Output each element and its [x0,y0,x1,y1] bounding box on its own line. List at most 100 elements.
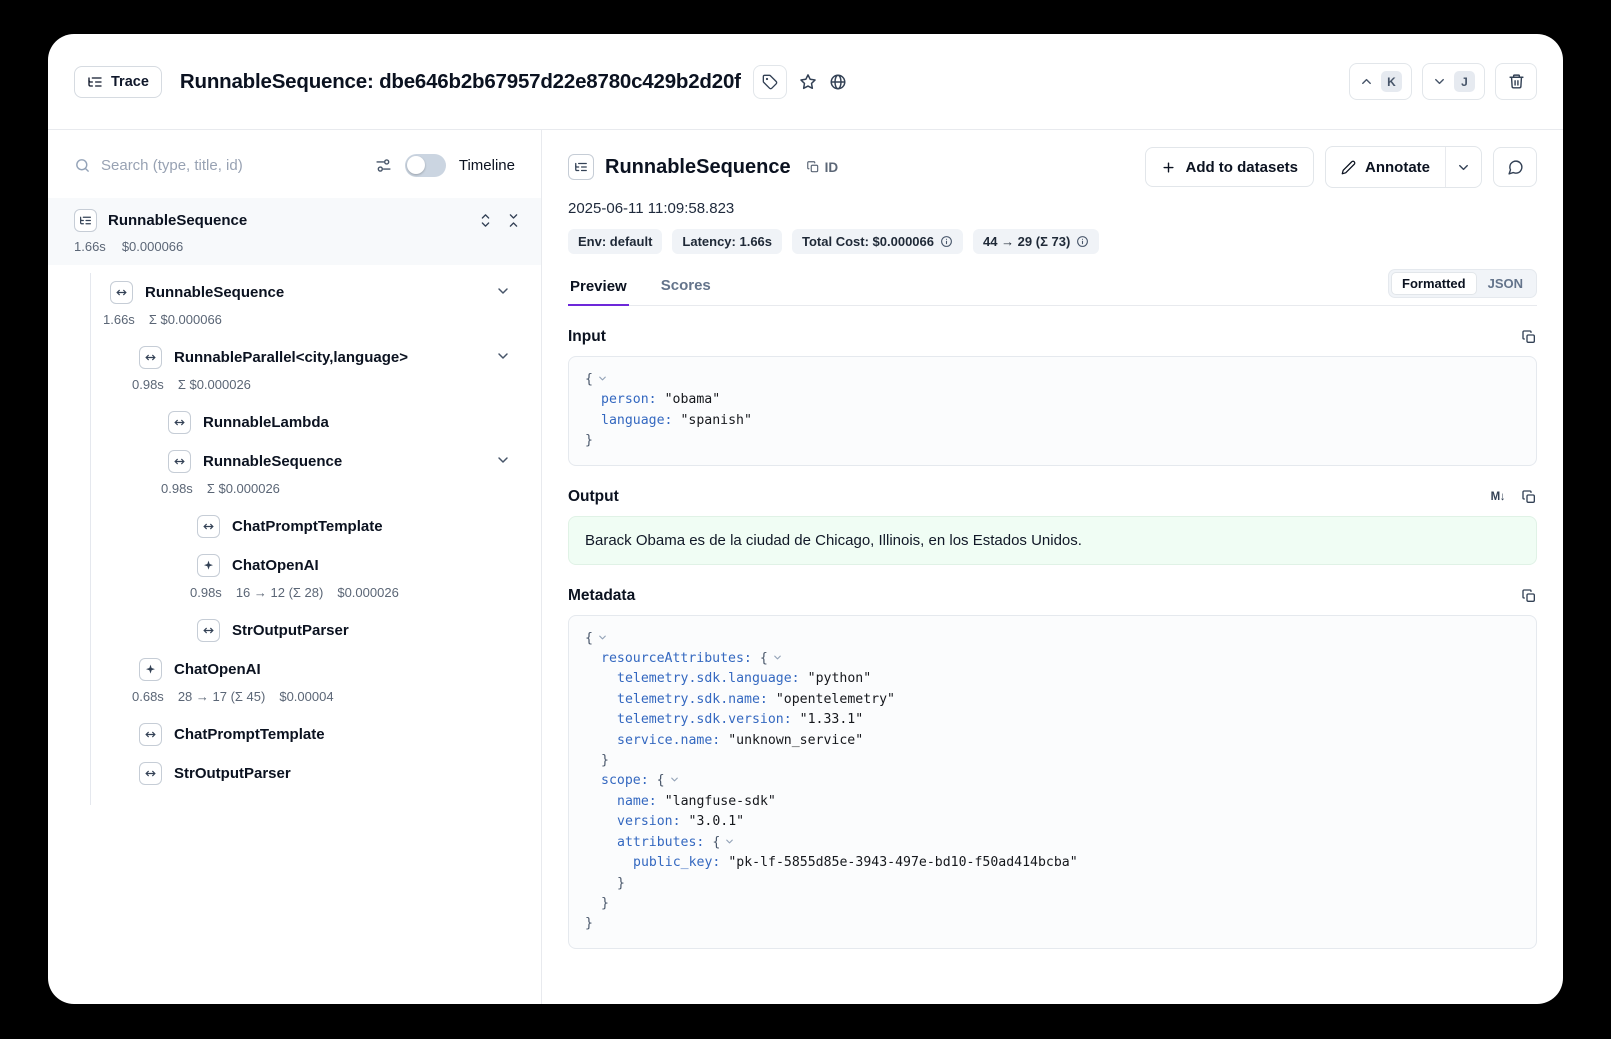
tree-item[interactable]: ChatOpenAI 0.68s 28 → 17 (Σ 45) $0.00004 [48,656,541,708]
tree-item[interactable]: RunnableLambda [48,409,541,435]
copy-icon[interactable] [1521,329,1537,345]
tree-item-label: ChatOpenAI [232,557,319,574]
collapse-all-icon[interactable] [506,213,521,228]
latency-badge: Latency: 1.66s [672,229,782,254]
json-key: language: [601,413,672,428]
tree-item[interactable]: ChatPromptTemplate [48,513,541,539]
json-line: attributes:{ [585,833,1520,853]
tree-item[interactable]: StrOutputParser [48,617,541,643]
json-value: "1.33.1" [800,712,864,727]
collapse-chevron-icon[interactable] [669,774,680,785]
tree-item-cost: Σ $0.000066 [149,312,222,327]
tag-button[interactable] [753,65,787,99]
tree-item-duration: 0.98s [190,585,222,600]
delete-trace-button[interactable] [1495,63,1537,100]
add-to-datasets-button[interactable]: Add to datasets [1145,147,1314,187]
observation-tree: RunnableSequence 1.66s Σ $0.000066 Runna… [48,279,541,786]
span-type-icon [139,762,162,785]
timeline-label: Timeline [459,157,515,174]
tree-root-selected[interactable]: RunnableSequence 1.66s $0.000066 [48,198,541,265]
json-key: telemetry.sdk.language: [617,671,800,686]
copy-icon[interactable] [1521,489,1537,505]
trace-type-badge: Trace [74,66,162,98]
expand-all-icon[interactable] [478,213,493,228]
json-line: } [585,431,1520,451]
pencil-icon [1341,160,1356,175]
app-window: Trace RunnableSequence: dbe646b2b67957d2… [48,34,1563,1004]
format-toggle: Formatted JSON [1388,269,1537,298]
info-icon[interactable] [1076,235,1089,248]
output-heading: Output [568,488,619,506]
tree-item-label: ChatPromptTemplate [232,518,383,535]
json-value: "3.0.1" [689,814,745,829]
public-share-button[interactable] [829,73,847,91]
tree-item[interactable]: ChatOpenAI 0.98s 16 → 12 (Σ 28) $0.00002… [48,552,541,604]
json-line: scope:{ [585,771,1520,791]
chevron-up-icon [1359,74,1374,89]
markdown-toggle-icon[interactable]: M↓ [1491,491,1505,503]
output-text-block: Barack Obama es de la ciudad de Chicago,… [568,516,1537,565]
collapse-chevron-icon[interactable] [597,632,608,643]
format-json-button[interactable]: JSON [1477,272,1534,295]
json-line: { [585,629,1520,649]
tree-item-tokens: 16 → 12 (Σ 28) [236,585,324,600]
token-usage-badge: 44 → 29 (Σ 73) [973,229,1099,254]
json-key: scope: [601,773,649,788]
comment-bubble-icon [1507,159,1524,176]
chevron-down-icon[interactable] [495,452,511,468]
metadata-heading: Metadata [568,587,635,605]
tree-item-label: StrOutputParser [232,622,349,639]
id-label: ID [825,160,839,175]
tree-item[interactable]: RunnableParallel<city,language> 0.98s Σ … [48,344,541,396]
search-input[interactable] [101,157,365,174]
tree-item[interactable]: RunnableSequence 1.66s Σ $0.000066 [48,279,541,331]
page-title: RunnableSequence: dbe646b2b67957d22e8780… [180,70,741,94]
json-value: "opentelemetry" [776,692,895,707]
trace-type-icon [74,209,97,232]
detail-tabs: Preview Scores Formatted JSON [568,268,1537,306]
env-badge: Env: default [568,229,662,254]
tree-item[interactable]: RunnableSequence 0.98s Σ $0.000026 [48,448,541,500]
collapse-chevron-icon[interactable] [597,373,608,384]
star-bookmark-button[interactable] [799,73,817,91]
collapse-chevron-icon[interactable] [772,652,783,663]
shortcut-key-j: J [1454,71,1475,92]
comments-button[interactable] [1493,147,1537,187]
chevron-down-icon[interactable] [495,283,511,299]
timeline-toggle[interactable] [405,154,446,177]
globe-icon [829,73,847,91]
format-formatted-button[interactable]: Formatted [1391,272,1477,295]
trace-timestamp: 2025-06-11 11:09:58.823 [568,200,1537,217]
json-line: { [585,370,1520,390]
filter-sliders-icon[interactable] [375,157,392,174]
previous-trace-button[interactable]: K [1349,63,1412,100]
annotate-button[interactable]: Annotate [1326,147,1445,187]
annotate-dropdown-caret[interactable] [1445,147,1481,187]
tab-preview[interactable]: Preview [568,278,629,306]
span-type-icon [168,450,191,473]
shortcut-key-k: K [1381,71,1402,92]
chevron-down-icon [1456,160,1471,175]
trace-badge-label: Trace [111,74,149,90]
json-line: } [585,751,1520,771]
detail-actions: Add to datasets Annotate [1145,146,1537,188]
tree-item-label: RunnableSequence [203,453,342,470]
info-icon[interactable] [940,235,953,248]
chevron-down-icon[interactable] [495,348,511,364]
collapse-chevron-icon[interactable] [724,836,735,847]
json-value: "langfuse-sdk" [665,794,776,809]
copy-icon[interactable] [1521,588,1537,604]
plus-icon [1161,160,1176,175]
tree-item-label: ChatOpenAI [174,661,261,678]
input-json-block: { person:"obama" language:"spanish" } [568,356,1537,466]
copy-id-button[interactable]: ID [806,160,839,175]
json-line: telemetry.sdk.version:"1.33.1" [585,710,1520,730]
trace-header-bar: Trace RunnableSequence: dbe646b2b67957d2… [48,34,1563,130]
tree-item[interactable]: ChatPromptTemplate [48,721,541,747]
next-trace-button[interactable]: J [1422,63,1485,100]
tree-item[interactable]: StrOutputParser [48,760,541,786]
trash-icon [1508,73,1525,90]
tree-item-duration: 1.66s [103,312,135,327]
tab-scores[interactable]: Scores [659,277,713,305]
json-line: name:"langfuse-sdk" [585,792,1520,812]
